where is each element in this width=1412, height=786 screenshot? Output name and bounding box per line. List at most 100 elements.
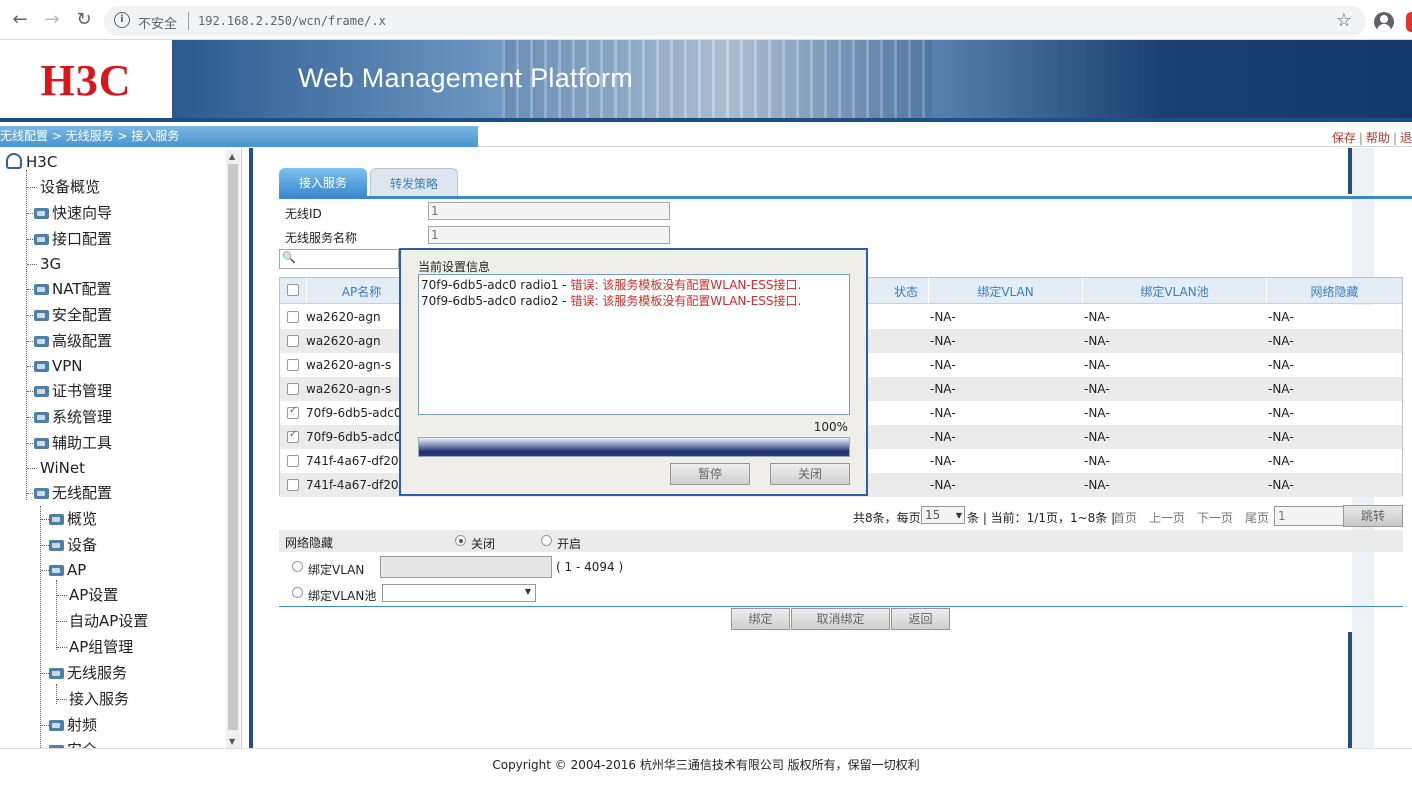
search-icon: 🔍 — [282, 251, 296, 264]
tree-item-auto-ap[interactable]: 自动AP设置 — [69, 611, 148, 631]
service-name-label: 无线服务名称 — [285, 231, 358, 245]
tree-item-tools[interactable]: 辅助工具 — [34, 433, 112, 453]
settings-progress-dialog: 当前设置信息 70f9-6db5-adc0 radio1 - 错误: 该服务模板… — [399, 248, 868, 496]
prev-page-link[interactable]: 上一页 — [1149, 509, 1185, 526]
progress-bar — [418, 437, 850, 457]
pagination: 共8条，每页 15 条 | 当前：1/1页，1~8条 | 首页 上一页 下一页 … — [853, 505, 1403, 527]
vlan-pool-select[interactable] — [382, 584, 536, 602]
row-checkbox[interactable] — [287, 383, 299, 395]
service-name-field: 1 — [428, 226, 670, 244]
bookmark-star-icon[interactable]: ☆ — [1336, 10, 1352, 31]
frame-border — [1348, 632, 1352, 748]
cell-bind-vlan: -NA- — [930, 310, 956, 324]
row-checkbox[interactable] — [287, 479, 299, 491]
tree-item-3g[interactable]: 3G — [40, 254, 61, 274]
tab-forwarding-policy[interactable]: 转发策略 — [370, 168, 458, 196]
dialog-title: 当前设置信息 — [418, 260, 491, 274]
sidebar-scrollbar[interactable]: ▲ ▼ — [226, 150, 240, 748]
row-checkbox[interactable] — [287, 455, 299, 467]
tree-item-access-service[interactable]: 接入服务 — [69, 689, 129, 709]
tree-item-security[interactable]: 安全配置 — [34, 305, 112, 325]
nav-tree: H3C 设备概览 快速向导 接口配置 3G NAT配置 安全配置 高级配置 VP… — [0, 148, 242, 748]
profile-avatar-icon[interactable] — [1374, 12, 1394, 32]
back-arrow-icon[interactable]: ← — [10, 10, 30, 30]
scrollbar-thumb[interactable] — [228, 164, 238, 730]
row-checkbox[interactable] — [287, 405, 299, 419]
address-bar[interactable]: i 不安全 192.168.2.250/wcn/frame/.x ☆ — [104, 6, 1366, 36]
scroll-down-icon[interactable]: ▼ — [229, 737, 235, 746]
tab-access-service[interactable]: 接入服务 — [279, 168, 367, 196]
tree-item-vpn[interactable]: VPN — [34, 356, 83, 376]
last-page-link[interactable]: 尾页 — [1245, 509, 1269, 526]
cell-net-hide: -NA- — [1268, 430, 1294, 444]
bind-vlan-radio[interactable] — [292, 561, 303, 572]
tree-item-wireless-security[interactable]: 安全 — [49, 740, 97, 748]
help-link[interactable]: 帮助 — [1366, 131, 1390, 145]
col-net-hide[interactable]: 网络隐藏 — [1266, 278, 1402, 304]
tree-root[interactable]: H3C — [6, 152, 57, 172]
forward-arrow-icon[interactable]: → — [42, 10, 62, 30]
vlan-id-input[interactable] — [380, 556, 552, 578]
security-label: 不安全 — [138, 17, 178, 32]
scroll-up-icon[interactable]: ▲ — [229, 152, 235, 161]
back-button[interactable]: 返回 — [891, 608, 950, 630]
info-icon[interactable]: i — [114, 12, 130, 28]
log-box[interactable]: 70f9-6db5-adc0 radio1 - 错误: 该服务模板没有配置WLA… — [418, 274, 850, 415]
reload-icon[interactable]: ↻ — [74, 10, 94, 30]
log-line: 70f9-6db5-adc0 radio2 - 错误: 该服务模板没有配置WLA… — [421, 294, 802, 308]
close-button[interactable]: 关闭 — [770, 463, 850, 485]
tree-item-wireless-overview[interactable]: 概览 — [49, 509, 97, 529]
next-page-link[interactable]: 下一页 — [1197, 509, 1233, 526]
row-checkbox[interactable] — [287, 429, 299, 443]
bind-vlan-pool-label: 绑定VLAN池 — [308, 589, 377, 603]
row-checkbox[interactable] — [287, 335, 299, 347]
vlan-range-hint: ( 1 - 4094 ) — [556, 560, 624, 574]
users-icon — [6, 153, 22, 169]
pause-button[interactable]: 暂停 — [670, 463, 750, 485]
tree-item-ap[interactable]: AP — [49, 560, 86, 580]
url-text[interactable]: 192.168.2.250/wcn/frame/.x — [198, 14, 386, 28]
unbind-button[interactable]: 取消绑定 — [791, 608, 890, 630]
cell-net-hide: -NA- — [1268, 454, 1294, 468]
extension-icon[interactable] — [1406, 12, 1412, 32]
tree-item-overview[interactable]: 设备概览 — [40, 177, 100, 197]
net-hide-off-radio[interactable] — [455, 535, 466, 546]
net-hide-row: 网络隐藏 关闭 开启 — [279, 530, 1403, 552]
tree-item-system[interactable]: 系统管理 — [34, 407, 112, 427]
cell-bind-vlan-pool: -NA- — [1084, 406, 1110, 420]
tree-item-winet[interactable]: WiNet — [40, 458, 85, 478]
col-bind-vlan-pool[interactable]: 绑定VLAN池 — [1082, 278, 1266, 304]
tree-item-wireless-service[interactable]: 无线服务 — [49, 663, 127, 683]
net-hide-on-radio[interactable] — [541, 535, 552, 546]
cell-net-hide: -NA- — [1268, 358, 1294, 372]
tree-item-interface[interactable]: 接口配置 — [34, 229, 112, 249]
jump-page-input[interactable]: 1 — [1274, 506, 1344, 526]
row-checkbox[interactable] — [287, 311, 299, 323]
banner: H3C Web Management Platform — [0, 40, 1412, 120]
bind-button[interactable]: 绑定 — [731, 608, 790, 630]
search-input[interactable]: 🔍 — [279, 249, 399, 269]
tree-item-ap-settings[interactable]: AP设置 — [69, 585, 118, 605]
per-page-select[interactable]: 15 — [921, 506, 965, 524]
cell-net-hide: -NA- — [1268, 382, 1294, 396]
exit-link[interactable]: 退 — [1400, 131, 1412, 145]
save-link[interactable]: 保存 — [1332, 131, 1356, 145]
select-all-checkbox[interactable] — [287, 284, 299, 296]
tree-item-advanced[interactable]: 高级配置 — [34, 331, 112, 351]
tree-item-wireless[interactable]: 无线配置 — [34, 483, 112, 503]
banner-divider — [0, 118, 1412, 122]
tree-item-certificate[interactable]: 证书管理 — [34, 381, 112, 401]
tree-item-nat[interactable]: NAT配置 — [34, 279, 111, 299]
col-bind-vlan[interactable]: 绑定VLAN — [928, 278, 1082, 304]
tree-item-ap-group[interactable]: AP组管理 — [69, 637, 133, 657]
bind-vlan-pool-radio[interactable] — [292, 587, 303, 598]
cell-bind-vlan: -NA- — [930, 430, 956, 444]
jump-button[interactable]: 跳转 — [1343, 505, 1403, 527]
net-hide-off-label: 关闭 — [471, 537, 496, 551]
folder-icon — [34, 310, 49, 321]
tree-item-rf[interactable]: 射频 — [49, 715, 97, 735]
tree-item-device[interactable]: 设备 — [49, 535, 97, 555]
first-page-link[interactable]: 首页 — [1113, 509, 1137, 526]
row-checkbox[interactable] — [287, 359, 299, 371]
tree-item-wizard[interactable]: 快速向导 — [34, 203, 112, 223]
